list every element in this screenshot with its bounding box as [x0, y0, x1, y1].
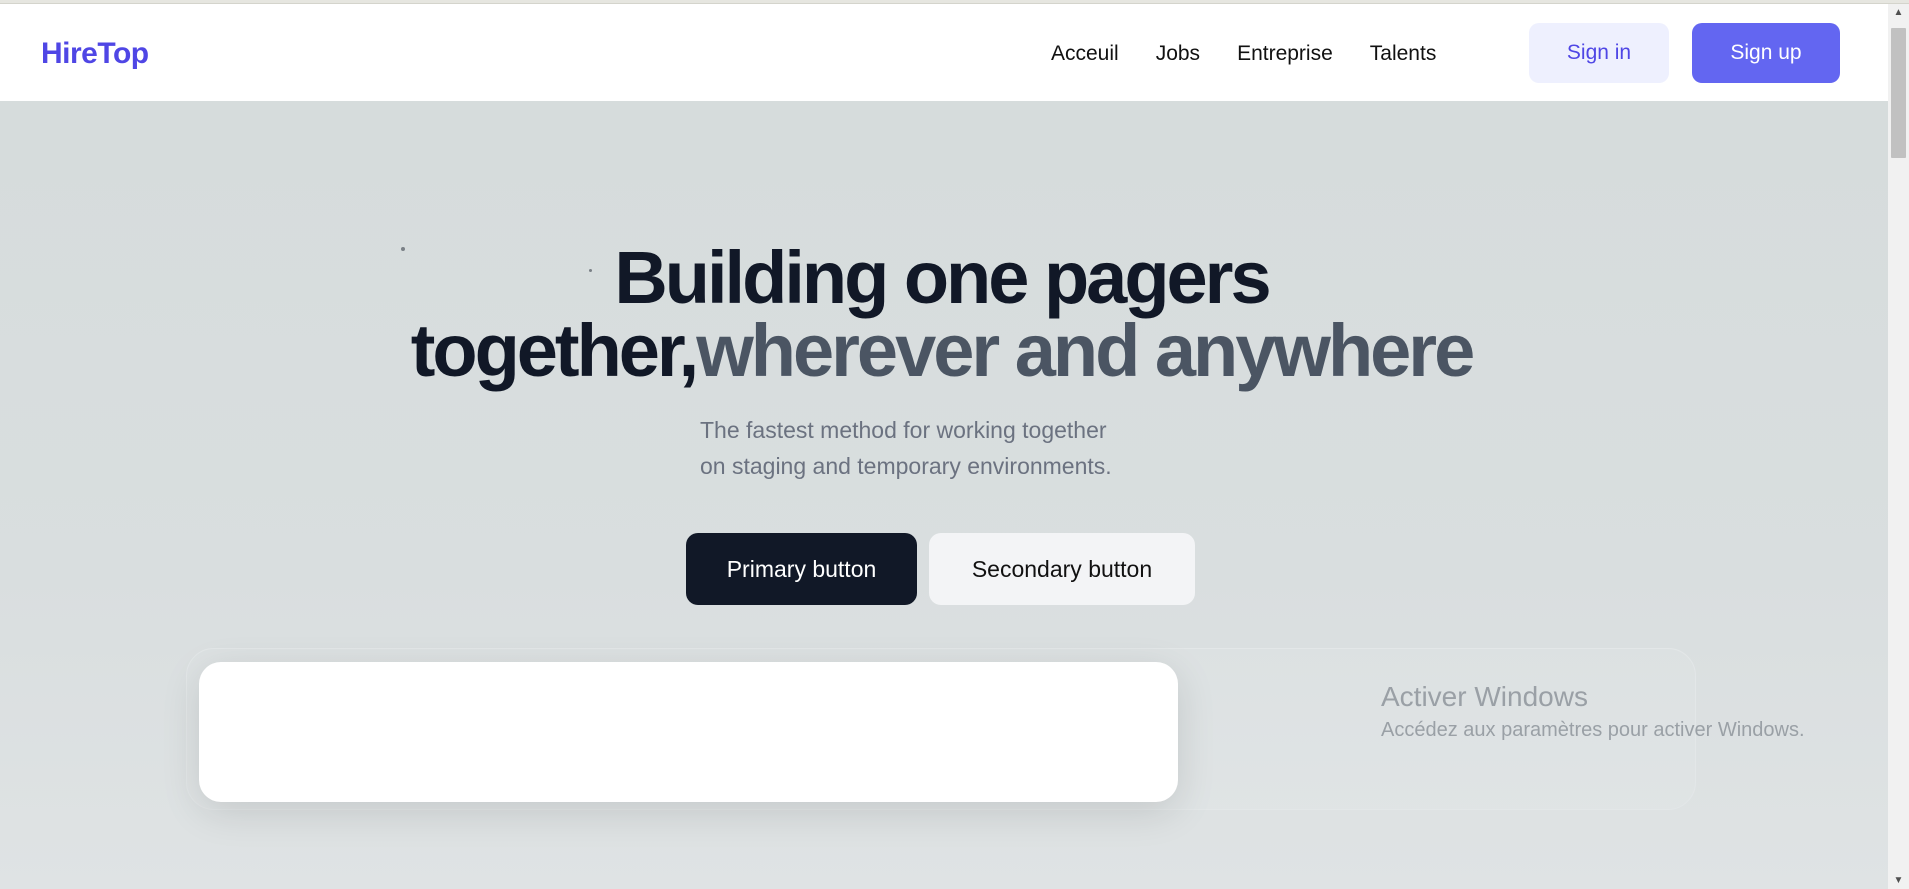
nav-link-jobs[interactable]: Jobs [1156, 42, 1200, 66]
primary-button[interactable]: Primary button [686, 533, 917, 605]
watermark-title: Activer Windows [1381, 681, 1588, 712]
hero-subtitle-line1: The fastest method for working together [700, 417, 1107, 443]
logo[interactable]: HireTop [41, 37, 149, 71]
sign-in-button[interactable]: Sign in [1529, 23, 1669, 83]
watermark-subtitle: Accédez aux paramètres pour activer Wind… [1381, 719, 1805, 741]
sign-up-button[interactable]: Sign up [1692, 23, 1840, 83]
hero-title-line2-dark: together, [410, 309, 699, 392]
scroll-up-arrow-icon[interactable]: ▲ [1888, 4, 1909, 21]
hero-subtitle-line2: on staging and temporary environments. [700, 453, 1112, 479]
hero-title: Building one pagers together,wherever an… [300, 241, 1583, 388]
secondary-button[interactable]: Secondary button [929, 533, 1195, 605]
nav-link-acceuil[interactable]: Acceuil [1051, 42, 1119, 66]
hero-subtitle: The fastest method for working together … [700, 412, 1180, 484]
nav-link-talents[interactable]: Talents [1370, 42, 1437, 66]
windows-activation-watermark: Activer Windows Accédez aux paramètres p… [1381, 680, 1805, 744]
hero-title-line2-muted: wherever and anywhere [696, 309, 1475, 392]
hero-title-line1: Building one pagers [614, 236, 1271, 319]
preview-card [199, 662, 1178, 802]
scroll-down-arrow-icon[interactable]: ▼ [1888, 872, 1909, 889]
vertical-scrollbar[interactable]: ▲ ▼ [1888, 4, 1909, 889]
scrollbar-thumb[interactable] [1891, 28, 1906, 158]
nav-links: Acceuil Jobs Entreprise Talents [1051, 42, 1436, 66]
nav-link-entreprise[interactable]: Entreprise [1237, 42, 1333, 66]
navbar: HireTop Acceuil Jobs Entreprise Talents … [0, 4, 1888, 101]
